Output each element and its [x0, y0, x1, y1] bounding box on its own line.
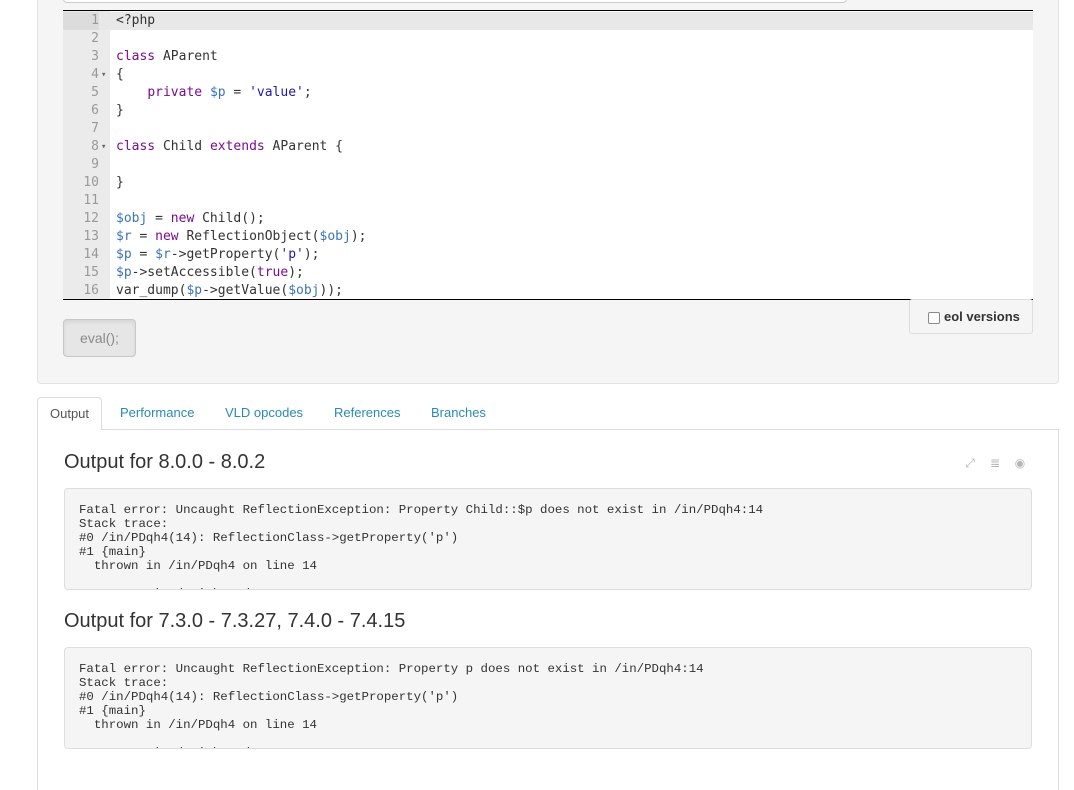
line-number: 12 [83, 211, 99, 226]
line-number: 8 [91, 139, 99, 154]
result-tabs: Output Performance VLD opcodes References Br… [37, 397, 1059, 431]
code-text: $r = new ReflectionObject($obj); [116, 229, 367, 244]
line-number: 16 [83, 283, 99, 298]
code-line[interactable]: 8 ▾ class Child extends AParent { [63, 138, 1033, 156]
code-line[interactable]: 1 <?php [63, 12, 1033, 30]
output-box: Fatal error: Uncaught ReflectionExceptio… [64, 647, 1032, 749]
code-text: { [116, 67, 124, 82]
tab-branches[interactable]: Branches [419, 397, 498, 430]
output-text: Fatal error: Uncaught ReflectionExceptio… [79, 503, 764, 589]
tab-performance[interactable]: Performance [108, 397, 206, 430]
code-line[interactable]: 14 $p = $r->getProperty('p'); [63, 246, 1033, 264]
code-text: class Child extends AParent { [116, 139, 344, 154]
output-text: Fatal error: Uncaught ReflectionExceptio… [79, 662, 704, 748]
line-number: 9 [91, 157, 99, 172]
output-box: Fatal error: Uncaught ReflectionExceptio… [64, 488, 1032, 590]
line-number: 5 [91, 85, 99, 100]
line-number: 6 [91, 103, 99, 118]
code-text: private $p = 'value'; [147, 85, 312, 100]
code-line[interactable]: 6} [63, 102, 1033, 120]
eye-icon[interactable]: ◉ [1012, 455, 1028, 471]
code-line[interactable]: 10} [63, 174, 1033, 192]
eval-button[interactable]: eval(); [63, 319, 136, 357]
code-line[interactable]: 15 $p->setAccessible(true); [63, 264, 1033, 282]
tab-output[interactable]: Output [37, 397, 103, 431]
list-icon[interactable]: ≣ [987, 455, 1003, 471]
code-line[interactable]: 16 var_dump($p->getValue($obj)); [63, 282, 1033, 300]
code-text: $p = $r->getProperty('p'); [116, 247, 320, 262]
code-editor[interactable]: 1 <?php 2 3 class AParent 4 ▾{5 private $p = '… [63, 10, 1033, 300]
line-number: 14 [83, 247, 99, 262]
code-text: class AParent [116, 49, 218, 64]
eol-checkbox[interactable] [928, 312, 940, 324]
code-line[interactable]: 5 private $p = 'value'; [63, 84, 1033, 102]
line-number: 4 [91, 67, 99, 82]
line-number: 13 [83, 229, 99, 244]
line-number: 7 [91, 121, 99, 136]
code-text: var_dump($p->getValue($obj)); [116, 283, 343, 298]
code-line[interactable]: 11 [63, 192, 1033, 210]
code-line[interactable]: 3 class AParent [63, 48, 1033, 66]
line-number: 15 [83, 265, 99, 280]
output-title: Output for 7.3.0 - 7.3.27, 7.4.0 - 7.4.1… [64, 610, 406, 632]
eol-label: eol versions [944, 309, 1020, 324]
eol-versions-toggle[interactable]: eol versions [909, 299, 1033, 334]
line-number: 1 [63, 12, 99, 30]
fold-arrow-icon[interactable]: ▾ [101, 138, 110, 156]
title-input[interactable] [63, 0, 847, 3]
line-number: 11 [83, 193, 99, 208]
code-text: } [116, 175, 124, 190]
tab-references[interactable]: References [322, 397, 412, 430]
code-text: $p->setAccessible(true); [116, 265, 304, 280]
code-line[interactable]: 9 [63, 156, 1033, 174]
code-text: <?php [116, 13, 156, 28]
expand-icon[interactable]: ⤢ [962, 455, 978, 471]
line-number: 3 [91, 49, 99, 64]
line-number: 2 [91, 31, 99, 46]
code-line[interactable]: 2 [63, 30, 1033, 48]
code-text: $obj = new Child(); [116, 211, 265, 226]
output-tools: ⤢ ≣ ◉ [962, 455, 1032, 471]
code-line[interactable]: 7 [63, 120, 1033, 138]
code-line[interactable]: 12 $obj = new Child(); [63, 210, 1033, 228]
code-text: } [116, 103, 124, 118]
line-number: 10 [83, 175, 99, 190]
code-line[interactable]: 13 $r = new ReflectionObject($obj); [63, 228, 1033, 246]
tab-vld-opcodes[interactable]: VLD opcodes [213, 397, 315, 430]
output-title: Output for 8.0.0 - 8.0.2 [64, 451, 266, 473]
fold-arrow-icon[interactable]: ▾ [101, 66, 110, 84]
code-line[interactable]: 4 ▾ { [63, 66, 1033, 84]
